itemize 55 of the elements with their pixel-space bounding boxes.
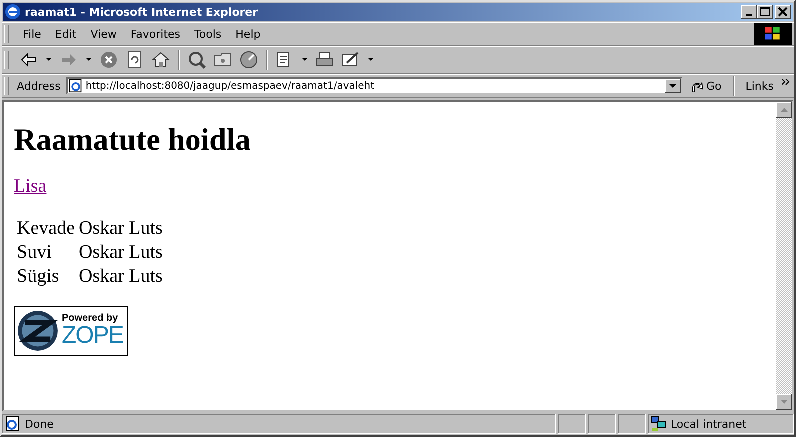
status-panel	[558, 414, 586, 434]
links-button[interactable]: Links	[740, 80, 780, 92]
up-arrow-icon	[780, 108, 788, 112]
dropdown-button[interactable]	[665, 79, 682, 93]
page-icon	[5, 416, 21, 432]
network-computers-icon	[651, 416, 667, 432]
caret-icon[interactable]	[302, 58, 308, 62]
table-cell: Kevade	[16, 218, 76, 240]
curved-arrow-icon	[691, 80, 704, 92]
scroll-up-button[interactable]	[776, 102, 792, 118]
stop-icon[interactable]	[99, 50, 119, 70]
menu-item[interactable]: Tools	[188, 28, 228, 40]
minimize-button[interactable]	[741, 5, 757, 19]
menu-item[interactable]: View	[84, 28, 123, 40]
page-icon	[68, 79, 83, 93]
logo-wordmark: ZOPE	[62, 324, 124, 348]
table-cell: Oskar Luts	[78, 242, 164, 264]
home-icon[interactable]	[151, 50, 171, 70]
caret-icon[interactable]	[86, 58, 92, 62]
minimize-icon	[746, 14, 752, 16]
status-panel	[588, 414, 616, 434]
zope-logo[interactable]: Powered by ZOPE	[14, 306, 128, 356]
logo-caption: Powered by	[62, 314, 120, 324]
maximize-button[interactable]	[757, 5, 773, 19]
zone-text: Local intranet	[671, 418, 747, 430]
windows-logo-icon	[754, 23, 792, 45]
back-icon[interactable]	[19, 50, 39, 70]
scroll-down-button[interactable]	[776, 394, 792, 410]
sphere-icon	[17, 310, 59, 352]
maximize-icon	[760, 7, 770, 17]
close-icon	[778, 7, 788, 17]
caret-icon[interactable]	[368, 58, 374, 62]
menu-item[interactable]: Favorites	[124, 28, 187, 40]
status-panel	[618, 414, 646, 434]
caret-icon[interactable]	[46, 58, 52, 62]
close-button[interactable]	[775, 5, 791, 19]
chevron-icon[interactable]	[782, 79, 790, 85]
table-cell-text: Suvi	[16, 242, 53, 264]
menu-item[interactable]: File	[17, 28, 48, 40]
table-cell: Oskar Luts	[78, 218, 164, 240]
clock-icon[interactable]	[239, 50, 259, 70]
go-button[interactable]: Go	[685, 80, 728, 92]
caret-icon	[669, 84, 678, 88]
status-text: Done	[25, 418, 54, 430]
table-cell: Oskar Luts	[78, 266, 164, 288]
address-label: Address	[17, 80, 61, 92]
window-title: raamat1 - Microsoft Internet Explorer	[25, 6, 260, 18]
table-cell-text: Sügis	[16, 266, 60, 288]
link[interactable]: Lisa	[14, 176, 47, 197]
search-icon[interactable]	[187, 50, 207, 70]
page-heading: Raamatute hoidla	[14, 122, 252, 158]
menu-item[interactable]: Help	[230, 28, 267, 40]
menu-item[interactable]: Edit	[49, 28, 83, 40]
down-arrow-icon	[780, 400, 788, 404]
address-field[interactable]: http://localhost:8080/jaagup/esmaspaev/raamat1/avaleht	[66, 77, 684, 95]
